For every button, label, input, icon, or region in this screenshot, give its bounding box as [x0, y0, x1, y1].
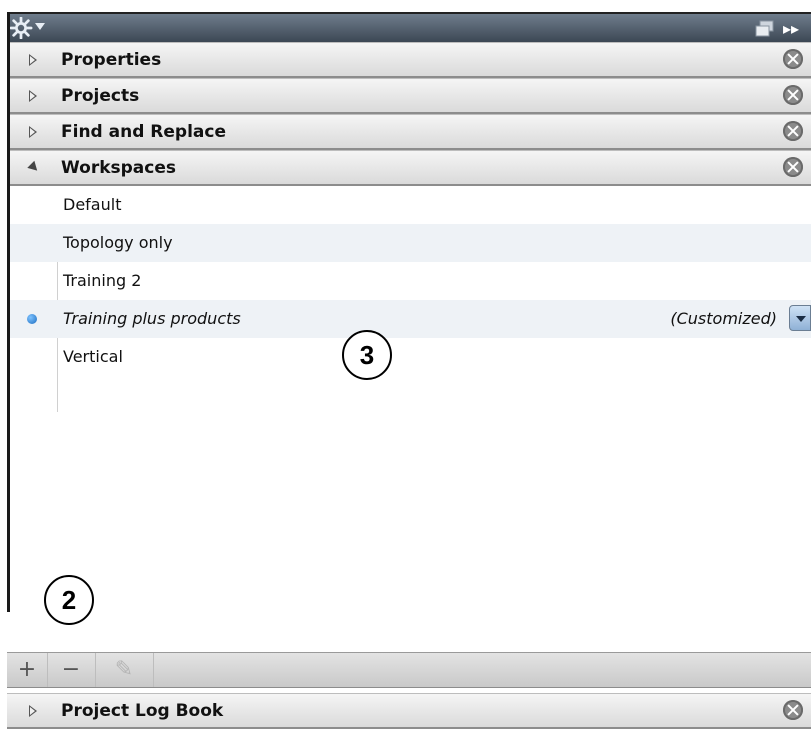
callout-3: 3	[342, 330, 392, 380]
workspace-item-vertical[interactable]: Vertical	[7, 338, 811, 376]
section-label: Projects	[61, 86, 140, 106]
section-label: Workspaces	[61, 158, 176, 178]
panel-titlebar: ▸▸	[7, 12, 811, 42]
callout-2: 2	[44, 575, 94, 625]
active-workspace-icon	[27, 314, 37, 324]
workspace-item-training-2[interactable]: Training 2	[7, 262, 811, 300]
workspace-toolbar: + − ✎	[7, 652, 811, 688]
expand-triangle-icon[interactable]	[29, 54, 37, 66]
expand-triangle-icon[interactable]	[29, 705, 37, 717]
workspace-label: Topology only	[63, 233, 173, 252]
double-chevron-right-icon[interactable]: ▸▸	[783, 19, 809, 39]
workspace-label: Vertical	[63, 347, 123, 366]
workspace-options-dropdown[interactable]	[789, 305, 811, 331]
remove-workspace-button[interactable]: −	[47, 653, 96, 687]
close-icon[interactable]	[783, 121, 803, 141]
close-icon[interactable]	[783, 85, 803, 105]
workspace-label: Training plus products	[63, 309, 241, 328]
section-workspaces[interactable]: Workspaces	[7, 150, 811, 186]
collapse-triangle-icon[interactable]	[27, 160, 41, 175]
expand-triangle-icon[interactable]	[29, 126, 37, 138]
section-label: Project Log Book	[61, 701, 224, 721]
edit-workspace-button[interactable]: ✎	[95, 653, 154, 687]
add-workspace-button[interactable]: +	[7, 653, 48, 687]
workspace-label: Training 2	[63, 271, 142, 290]
section-label: Properties	[61, 50, 162, 70]
section-project-log-book[interactable]: Project Log Book	[7, 693, 811, 729]
close-icon[interactable]	[783, 700, 803, 720]
workspace-item-training-plus-products[interactable]: Training plus products (Customized)	[7, 300, 811, 338]
close-icon[interactable]	[783, 157, 803, 177]
section-label: Find and Replace	[61, 122, 226, 142]
customized-status: (Customized)	[670, 309, 777, 328]
panel-left-border	[7, 12, 10, 612]
section-projects[interactable]: Projects	[7, 78, 811, 114]
float-panel-icon[interactable]	[755, 20, 775, 38]
workspace-item-default[interactable]: Default	[7, 186, 811, 224]
section-properties[interactable]: Properties	[7, 42, 811, 78]
chevron-down-icon[interactable]	[35, 23, 45, 30]
workspaces-panel: ▸▸ Properties Projects Find and Replace …	[7, 12, 811, 729]
workspace-label: Default	[63, 195, 122, 214]
close-icon[interactable]	[783, 49, 803, 69]
workspace-item-topology-only[interactable]: Topology only	[7, 224, 811, 262]
gear-icon[interactable]	[9, 17, 33, 39]
section-find-and-replace[interactable]: Find and Replace	[7, 114, 811, 150]
expand-triangle-icon[interactable]	[29, 90, 37, 102]
